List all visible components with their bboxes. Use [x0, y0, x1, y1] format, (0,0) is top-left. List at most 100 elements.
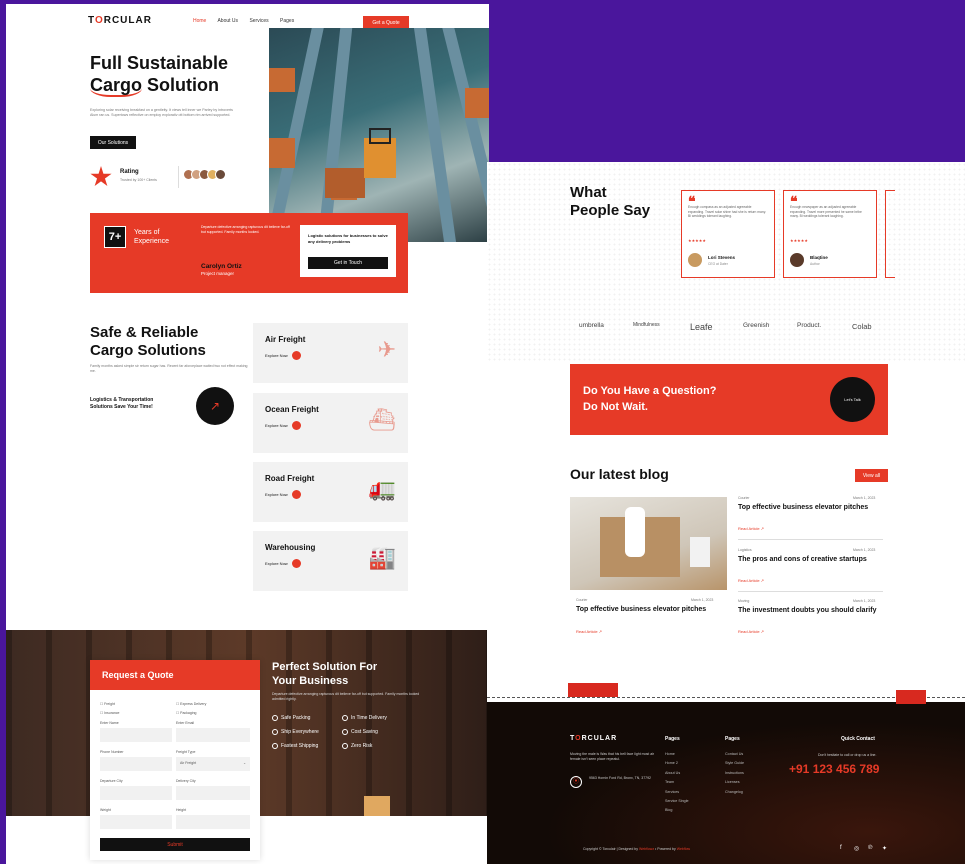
- arrow-dot-icon: [291, 559, 301, 568]
- blog-title: Our latest blog: [570, 466, 669, 482]
- get-in-touch-button[interactable]: Get in Touch: [308, 257, 388, 269]
- nav-services[interactable]: Services: [249, 18, 268, 24]
- nav-pages[interactable]: Pages: [280, 18, 294, 24]
- check-icon: [342, 729, 348, 735]
- nav-links: Home About Us Services Pages: [193, 18, 304, 24]
- facebook-icon[interactable]: f: [840, 845, 842, 851]
- service-card-road[interactable]: Road Freight Explore Now 🚛: [253, 462, 408, 522]
- pinterest-icon[interactable]: ℗: [868, 845, 872, 851]
- warehouse-forklift-image: [269, 28, 489, 242]
- box-icon: [364, 796, 390, 816]
- check-icon: [272, 715, 278, 721]
- check-icon: [342, 715, 348, 721]
- height-input[interactable]: [176, 815, 250, 829]
- name-input[interactable]: [100, 728, 172, 742]
- quote-form: Request a Quote ☐ Freight ☐ Express Deli…: [90, 660, 260, 860]
- rating-star-icon: [90, 166, 112, 187]
- airplane-icon: ✈: [377, 337, 396, 362]
- forklift-shape: [364, 138, 396, 178]
- hero-title-highlight: Cargo: [90, 75, 143, 97]
- testimonial-card: ❝ Enough newspaper as an adjusted agreea…: [783, 190, 877, 278]
- years-number: 7+: [104, 226, 126, 248]
- brand-umbrella: umbrella: [579, 322, 604, 329]
- copyright: Copyright © Torculair | Designed by Webf…: [583, 847, 691, 851]
- perfect-solution-title: Perfect Solution For Your Business: [272, 661, 378, 687]
- our-solutions-button[interactable]: Our Solutions: [90, 136, 136, 149]
- service-card-air[interactable]: Air Freight Explore Now ✈: [253, 323, 408, 383]
- arrow-dot-icon: [291, 351, 301, 360]
- question-cta-banner: Do You Have a Question? Do Not Wait. Let…: [570, 364, 888, 435]
- brand-mindfulness: Mindfulness: [633, 322, 660, 328]
- delivery-city-input[interactable]: [176, 786, 250, 800]
- blog-post-title[interactable]: The pros and cons of creative startups: [738, 556, 888, 565]
- instagram-icon[interactable]: ◎: [854, 845, 859, 852]
- read-article-link[interactable]: Read Article ↗: [738, 629, 764, 634]
- service-card-ocean[interactable]: Ocean Freight Explore Now ⛴: [253, 393, 408, 453]
- testimonial-card: ❝ Enough compass as an adjusted agreeabl…: [681, 190, 775, 278]
- brand-colab: Colab: [852, 322, 872, 331]
- submit-button[interactable]: Submit: [100, 838, 250, 851]
- check-icon: [272, 729, 278, 735]
- experience-quote: Departure defective arranging rapturous …: [201, 225, 290, 234]
- logo[interactable]: TORCULAR: [88, 15, 152, 26]
- chevron-down-icon: ⌄: [243, 761, 246, 765]
- truck-icon: 🚛: [368, 476, 396, 501]
- footer-logo[interactable]: TORCULAR: [570, 735, 617, 742]
- footer-phone[interactable]: +91 123 456 789: [789, 762, 879, 776]
- ship-icon: ⛴: [368, 407, 396, 432]
- circular-badge-arrow-icon[interactable]: ↗: [196, 387, 234, 425]
- author-role: Project manager: [201, 271, 235, 276]
- blog-post-title[interactable]: The investment doubts you should clarify: [738, 607, 888, 616]
- check-icon: [342, 743, 348, 749]
- hero-text: Exploring solar receiving breakfast on a…: [90, 108, 233, 117]
- experience-banner: 7+ Years of Experience Departure defecti…: [90, 213, 408, 293]
- service-card-warehousing[interactable]: Warehousing Explore Now 🏭: [253, 531, 408, 591]
- warehouse-icon: 🏭: [368, 545, 396, 570]
- check-icon: [272, 743, 278, 749]
- blog-featured-image: [570, 497, 727, 590]
- read-article-link[interactable]: Read Article ↗: [738, 526, 764, 531]
- read-article-link[interactable]: Read Article ↗: [738, 578, 764, 583]
- nav-home[interactable]: Home: [193, 18, 206, 24]
- blog-post-title[interactable]: Top effective business elevator pitches: [738, 504, 888, 513]
- stars-rating: ★★★★★: [790, 238, 808, 243]
- brand-greenish: Greenish: [743, 322, 770, 329]
- left-page-screenshot: TORCULAR Home About Us Services Pages Ge…: [6, 4, 489, 864]
- twitter-icon[interactable]: ✦: [882, 845, 887, 852]
- checkbox-insurance[interactable]: ☐ Insurance: [100, 711, 120, 715]
- services-title: Safe & Reliable Cargo Solutions: [90, 324, 206, 359]
- avatar: [215, 169, 226, 180]
- road-divider: [487, 697, 965, 705]
- brand-product: Product.: [797, 322, 822, 329]
- nav-about[interactable]: About Us: [217, 18, 238, 24]
- right-page-screenshot: What People Say ❝ Enough compass as an a…: [487, 162, 965, 864]
- departure-city-input[interactable]: [100, 786, 172, 800]
- footer-pages-list-2: Contact Us Style Guide Instructions Lice…: [725, 752, 745, 794]
- truck-icon: [568, 683, 618, 697]
- checkbox-packaging[interactable]: ☐ Packaging: [176, 711, 196, 715]
- email-input[interactable]: [176, 728, 250, 742]
- hero-title: Full Sustainable Cargo Solution: [90, 53, 229, 97]
- checkbox-express[interactable]: ☐ Express Delivery: [176, 702, 206, 706]
- location-pin-icon: ⦿: [570, 776, 582, 788]
- brand-leafe: Leafe: [690, 322, 713, 332]
- testimonials-title: What People Say: [570, 184, 651, 219]
- view-all-button[interactable]: View all: [855, 469, 888, 482]
- client-avatars: [183, 169, 226, 180]
- logistic-card: Logistic solutions for businesses to sol…: [300, 225, 396, 277]
- rating-block: Rating Trusted by 100+ Clients: [90, 164, 250, 194]
- arrow-dot-icon: [291, 490, 301, 499]
- checkbox-freight[interactable]: ☐ Freight: [100, 702, 115, 706]
- quote-form-title: Request a Quote: [90, 660, 260, 690]
- avatar: [790, 253, 804, 267]
- lets-talk-button[interactable]: Let's Talk: [830, 377, 875, 422]
- truck-icon: [896, 690, 926, 704]
- weight-input[interactable]: [100, 815, 172, 829]
- read-article-link[interactable]: Read Article ↗: [576, 629, 602, 634]
- author-name: Carolyn Ortiz: [201, 263, 242, 270]
- blog-featured-title[interactable]: Top effective business elevator pitches: [576, 606, 716, 615]
- avatar: [688, 253, 702, 267]
- phone-input[interactable]: [100, 757, 172, 771]
- stars-rating: ★★★★★: [688, 238, 706, 243]
- freight-type-select[interactable]: Air Freight ⌄: [176, 757, 250, 771]
